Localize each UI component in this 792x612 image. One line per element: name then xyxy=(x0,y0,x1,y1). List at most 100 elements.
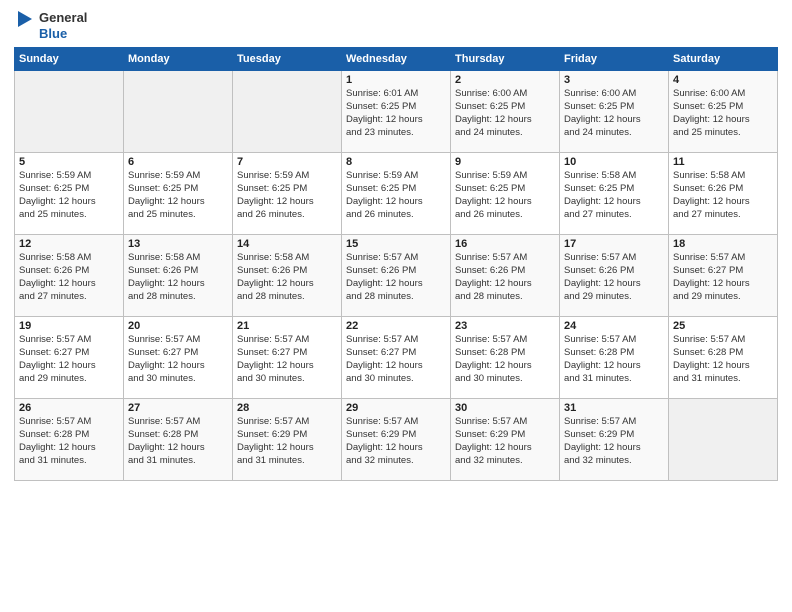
day-info: Sunrise: 5:57 AM Sunset: 6:27 PM Dayligh… xyxy=(346,334,446,385)
calendar-cell: 10 Sunrise: 5:58 AM Sunset: 6:25 PM Dayli… xyxy=(560,153,669,235)
calendar-week-3: 12 Sunrise: 5:58 AM Sunset: 6:26 PM Dayli… xyxy=(15,235,778,317)
logo: General Blue xyxy=(14,10,87,41)
day-info: Sunrise: 5:57 AM Sunset: 6:26 PM Dayligh… xyxy=(564,252,664,303)
weekday-header-wednesday: Wednesday xyxy=(342,48,451,71)
calendar-cell: 27 Sunrise: 5:57 AM Sunset: 6:28 PM Dayli… xyxy=(124,399,233,481)
day-info: Sunrise: 5:57 AM Sunset: 6:27 PM Dayligh… xyxy=(237,334,337,385)
calendar-cell: 16 Sunrise: 5:57 AM Sunset: 6:26 PM Dayli… xyxy=(451,235,560,317)
day-info: Sunrise: 5:58 AM Sunset: 6:26 PM Dayligh… xyxy=(237,252,337,303)
calendar-cell: 29 Sunrise: 5:57 AM Sunset: 6:29 PM Dayli… xyxy=(342,399,451,481)
day-info: Sunrise: 5:57 AM Sunset: 6:26 PM Dayligh… xyxy=(455,252,555,303)
calendar-cell: 9Sunrise: 5:59 AM Sunset: 6:25 PM Daylig… xyxy=(451,153,560,235)
day-info: Sunrise: 5:57 AM Sunset: 6:28 PM Dayligh… xyxy=(128,416,228,467)
day-number: 28 xyxy=(237,402,337,414)
calendar-table: SundayMondayTuesdayWednesdayThursdayFrid… xyxy=(14,47,778,481)
weekday-header-sunday: Sunday xyxy=(15,48,124,71)
calendar-cell: 22 Sunrise: 5:57 AM Sunset: 6:27 PM Dayli… xyxy=(342,317,451,399)
weekday-row: SundayMondayTuesdayWednesdayThursdayFrid… xyxy=(15,48,778,71)
day-number: 13 xyxy=(128,238,228,250)
calendar-cell: 11 Sunrise: 5:58 AM Sunset: 6:26 PM Dayli… xyxy=(669,153,778,235)
day-info: Sunrise: 6:00 AM Sunset: 6:25 PM Dayligh… xyxy=(564,88,664,139)
day-info: Sunrise: 6:01 AM Sunset: 6:25 PM Dayligh… xyxy=(346,88,446,139)
day-info: Sunrise: 5:57 AM Sunset: 6:27 PM Dayligh… xyxy=(128,334,228,385)
calendar-cell: 3 Sunrise: 6:00 AM Sunset: 6:25 PM Daylig… xyxy=(560,71,669,153)
day-number: 21 xyxy=(237,320,337,332)
calendar-cell: 8Sunrise: 5:59 AM Sunset: 6:25 PM Daylig… xyxy=(342,153,451,235)
calendar-cell: 15Sunrise: 5:57 AM Sunset: 6:26 PM Dayli… xyxy=(342,235,451,317)
logo-flag-icon xyxy=(14,11,36,41)
day-number: 7 xyxy=(237,156,337,168)
calendar-week-4: 19 Sunrise: 5:57 AM Sunset: 6:27 PM Dayli… xyxy=(15,317,778,399)
day-number: 12 xyxy=(19,238,119,250)
calendar-cell: 21 Sunrise: 5:57 AM Sunset: 6:27 PM Dayli… xyxy=(233,317,342,399)
calendar-header: SundayMondayTuesdayWednesdayThursdayFrid… xyxy=(15,48,778,71)
day-number: 3 xyxy=(564,74,664,86)
day-number: 22 xyxy=(346,320,446,332)
calendar-cell: 19 Sunrise: 5:57 AM Sunset: 6:27 PM Dayli… xyxy=(15,317,124,399)
day-info: Sunrise: 5:57 AM Sunset: 6:29 PM Dayligh… xyxy=(346,416,446,467)
day-info: Sunrise: 5:57 AM Sunset: 6:29 PM Dayligh… xyxy=(455,416,555,467)
day-info: Sunrise: 5:57 AM Sunset: 6:27 PM Dayligh… xyxy=(19,334,119,385)
calendar-cell xyxy=(15,71,124,153)
calendar-cell: 17 Sunrise: 5:57 AM Sunset: 6:26 PM Dayli… xyxy=(560,235,669,317)
day-number: 31 xyxy=(564,402,664,414)
calendar-cell: 12 Sunrise: 5:58 AM Sunset: 6:26 PM Dayli… xyxy=(15,235,124,317)
logo-general: General xyxy=(39,10,87,26)
day-number: 20 xyxy=(128,320,228,332)
calendar-cell: 30 Sunrise: 5:57 AM Sunset: 6:29 PM Dayli… xyxy=(451,399,560,481)
day-number: 5 xyxy=(19,156,119,168)
calendar-cell: 23 Sunrise: 5:57 AM Sunset: 6:28 PM Dayli… xyxy=(451,317,560,399)
calendar-cell: 6Sunrise: 5:59 AM Sunset: 6:25 PM Daylig… xyxy=(124,153,233,235)
day-number: 25 xyxy=(673,320,773,332)
day-number: 17 xyxy=(564,238,664,250)
calendar-cell: 4Sunrise: 6:00 AM Sunset: 6:25 PM Daylig… xyxy=(669,71,778,153)
day-number: 23 xyxy=(455,320,555,332)
calendar-cell: 31 Sunrise: 5:57 AM Sunset: 6:29 PM Dayli… xyxy=(560,399,669,481)
day-number: 8 xyxy=(346,156,446,168)
calendar-cell xyxy=(124,71,233,153)
weekday-header-friday: Friday xyxy=(560,48,669,71)
day-number: 30 xyxy=(455,402,555,414)
day-number: 24 xyxy=(564,320,664,332)
weekday-header-tuesday: Tuesday xyxy=(233,48,342,71)
day-info: Sunrise: 5:59 AM Sunset: 6:25 PM Dayligh… xyxy=(128,170,228,221)
day-info: Sunrise: 5:57 AM Sunset: 6:28 PM Dayligh… xyxy=(564,334,664,385)
day-info: Sunrise: 6:00 AM Sunset: 6:25 PM Dayligh… xyxy=(673,88,773,139)
day-info: Sunrise: 5:58 AM Sunset: 6:25 PM Dayligh… xyxy=(564,170,664,221)
calendar-cell: 2Sunrise: 6:00 AM Sunset: 6:25 PM Daylig… xyxy=(451,71,560,153)
day-number: 27 xyxy=(128,402,228,414)
day-number: 9 xyxy=(455,156,555,168)
day-info: Sunrise: 5:57 AM Sunset: 6:28 PM Dayligh… xyxy=(455,334,555,385)
calendar-week-1: 1 Sunrise: 6:01 AM Sunset: 6:25 PM Daylig… xyxy=(15,71,778,153)
day-info: Sunrise: 5:59 AM Sunset: 6:25 PM Dayligh… xyxy=(19,170,119,221)
calendar-cell: 14Sunrise: 5:58 AM Sunset: 6:26 PM Dayli… xyxy=(233,235,342,317)
calendar-cell xyxy=(233,71,342,153)
calendar-cell: 13 Sunrise: 5:58 AM Sunset: 6:26 PM Dayli… xyxy=(124,235,233,317)
day-info: Sunrise: 5:59 AM Sunset: 6:25 PM Dayligh… xyxy=(237,170,337,221)
day-number: 26 xyxy=(19,402,119,414)
day-info: Sunrise: 5:57 AM Sunset: 6:28 PM Dayligh… xyxy=(673,334,773,385)
weekday-header-monday: Monday xyxy=(124,48,233,71)
day-number: 16 xyxy=(455,238,555,250)
day-info: Sunrise: 5:57 AM Sunset: 6:29 PM Dayligh… xyxy=(564,416,664,467)
day-info: Sunrise: 5:57 AM Sunset: 6:26 PM Dayligh… xyxy=(346,252,446,303)
calendar-body: 1 Sunrise: 6:01 AM Sunset: 6:25 PM Daylig… xyxy=(15,71,778,481)
calendar-cell: 1 Sunrise: 6:01 AM Sunset: 6:25 PM Daylig… xyxy=(342,71,451,153)
calendar-cell: 18Sunrise: 5:57 AM Sunset: 6:27 PM Dayli… xyxy=(669,235,778,317)
day-number: 1 xyxy=(346,74,446,86)
calendar-cell xyxy=(669,399,778,481)
day-number: 11 xyxy=(673,156,773,168)
calendar-cell: 7 Sunrise: 5:59 AM Sunset: 6:25 PM Daylig… xyxy=(233,153,342,235)
day-info: Sunrise: 5:58 AM Sunset: 6:26 PM Dayligh… xyxy=(673,170,773,221)
calendar-cell: 24 Sunrise: 5:57 AM Sunset: 6:28 PM Dayli… xyxy=(560,317,669,399)
header: General Blue xyxy=(14,10,778,41)
calendar-cell: 26Sunrise: 5:57 AM Sunset: 6:28 PM Dayli… xyxy=(15,399,124,481)
day-number: 19 xyxy=(19,320,119,332)
day-number: 10 xyxy=(564,156,664,168)
weekday-header-thursday: Thursday xyxy=(451,48,560,71)
weekday-header-saturday: Saturday xyxy=(669,48,778,71)
day-info: Sunrise: 5:58 AM Sunset: 6:26 PM Dayligh… xyxy=(19,252,119,303)
day-number: 29 xyxy=(346,402,446,414)
day-number: 2 xyxy=(455,74,555,86)
day-info: Sunrise: 5:58 AM Sunset: 6:26 PM Dayligh… xyxy=(128,252,228,303)
